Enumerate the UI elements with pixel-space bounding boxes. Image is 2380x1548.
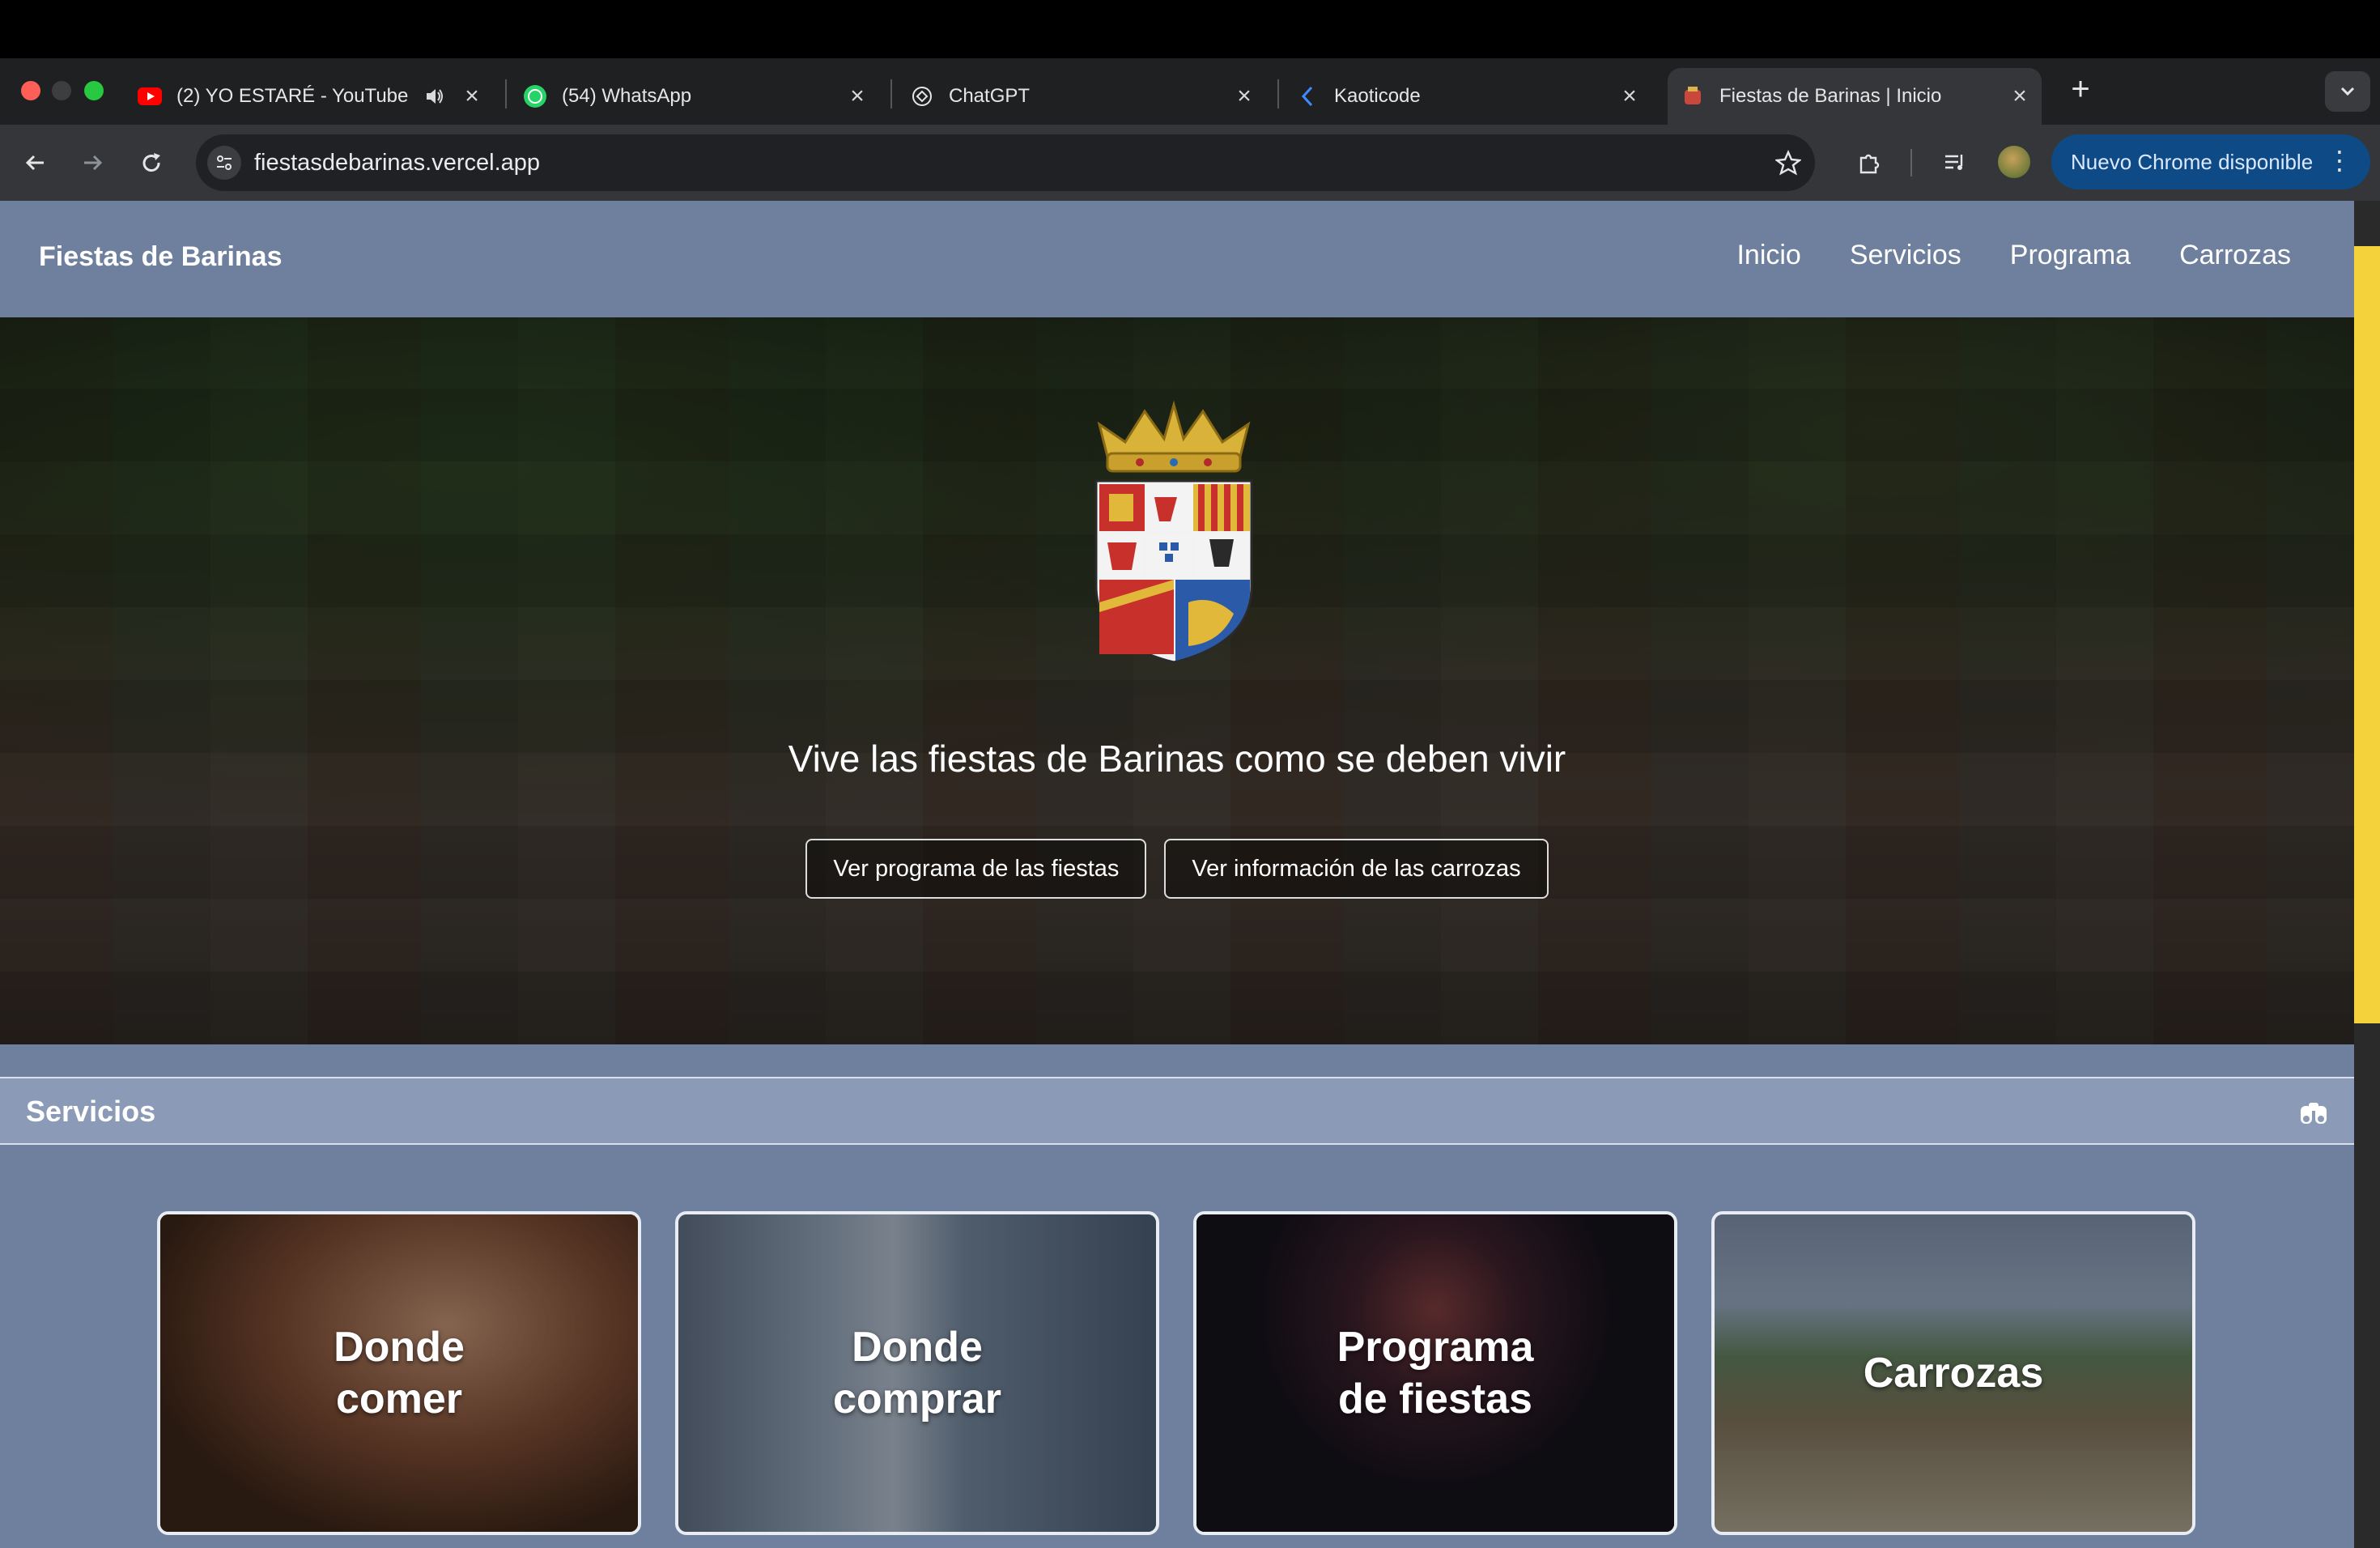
- url-text[interactable]: fiestasdebarinas.vercel.app: [254, 146, 540, 180]
- tab-search-button[interactable]: [2325, 71, 2370, 112]
- card-label: Donde comprar: [832, 1324, 1002, 1423]
- crest-favicon-icon: [1681, 84, 1705, 108]
- nav-programa[interactable]: Programa: [2010, 240, 2131, 271]
- tab-whatsapp[interactable]: (54) WhatsApp ×: [523, 68, 871, 125]
- tab-separator: [890, 79, 892, 108]
- hero-section: Vive las fiestas de Barinas como se debe…: [0, 317, 2354, 1044]
- scrollbar-track[interactable]: [2354, 201, 2380, 1548]
- coat-of-arms-crest-icon: [1094, 400, 1253, 664]
- card-programa-de-fiestas[interactable]: Programa de fiestas: [1193, 1211, 1677, 1535]
- media-control-icon[interactable]: [1936, 144, 1974, 181]
- toolbar-separator: [1910, 149, 1912, 176]
- tab-chatgpt[interactable]: ChatGPT ×: [910, 68, 1258, 125]
- page-viewport: Fiestas de Barinas Inicio Servicios Prog…: [0, 201, 2380, 1548]
- nav-carrozas[interactable]: Carrozas: [2179, 240, 2291, 271]
- extensions-puzzle-icon[interactable]: [1851, 144, 1888, 181]
- card-donde-comer[interactable]: Donde comer: [157, 1211, 641, 1535]
- ver-programa-button[interactable]: Ver programa de las fiestas: [805, 839, 1147, 899]
- bookmark-star-icon[interactable]: [1770, 144, 1807, 181]
- tab-fiestas-active[interactable]: Fiestas de Barinas | Inicio ×: [1668, 68, 2042, 125]
- reload-icon: [142, 153, 160, 172]
- site-settings-icon[interactable]: [207, 146, 241, 180]
- services-title: Servicios: [26, 1095, 156, 1128]
- chatgpt-icon: [910, 84, 934, 108]
- tab-title: ChatGPT: [949, 85, 1031, 107]
- site-header: Fiestas de Barinas Inicio Servicios Prog…: [0, 201, 2354, 317]
- back-button[interactable]: [16, 144, 53, 181]
- close-tab-icon[interactable]: ×: [1616, 83, 1643, 110]
- close-tab-icon[interactable]: ×: [844, 83, 871, 110]
- tab-separator: [1277, 79, 1279, 108]
- tab-title: Fiestas de Barinas | Inicio: [1719, 85, 1942, 107]
- whatsapp-icon: [523, 84, 547, 108]
- tab-title: (54) WhatsApp: [562, 85, 692, 107]
- scrollbar-thumb[interactable]: [2354, 246, 2380, 1023]
- card-label: Programa de fiestas: [1337, 1324, 1534, 1423]
- tab-kaoticode[interactable]: Kaoticode ×: [1295, 68, 1643, 125]
- hero-tagline: Vive las fiestas de Barinas como se debe…: [788, 738, 1566, 780]
- site-nav: Inicio Servicios Programa Carrozas: [1736, 240, 2291, 271]
- site-brand[interactable]: Fiestas de Barinas: [39, 241, 282, 273]
- arrow-left-icon: [25, 155, 44, 171]
- ver-carrozas-button[interactable]: Ver información de las carrozas: [1164, 839, 1549, 899]
- tab-separator: [505, 79, 507, 108]
- profile-avatar[interactable]: [1998, 146, 2030, 178]
- forward-button[interactable]: [74, 144, 112, 181]
- close-tab-icon[interactable]: ×: [1230, 83, 1258, 110]
- binoculars-icon[interactable]: [2297, 1098, 2330, 1127]
- update-label: Nuevo Chrome disponible: [2071, 149, 2314, 174]
- tab-youtube[interactable]: (2) YO ESTARÉ - YouTube ×: [138, 68, 486, 125]
- window-zoom-button[interactable]: [84, 81, 104, 100]
- kaoticode-icon: [1295, 84, 1320, 108]
- services-header-bar: Servicios: [0, 1077, 2354, 1145]
- arrow-right-icon: [84, 155, 103, 171]
- close-tab-icon[interactable]: ×: [458, 83, 486, 110]
- card-label: Donde comer: [334, 1324, 465, 1423]
- card-donde-comprar[interactable]: Donde comprar: [675, 1211, 1159, 1535]
- tab-title: (2) YO ESTARÉ - YouTube: [176, 85, 409, 107]
- audio-icon[interactable]: [424, 86, 445, 107]
- services-cards: Donde comer Donde comprar Programa de fi…: [157, 1211, 2195, 1535]
- screen: (2) YO ESTARÉ - YouTube × (54) WhatsApp …: [0, 0, 2380, 1548]
- nav-inicio[interactable]: Inicio: [1736, 240, 1800, 271]
- card-label: Carrozas: [1863, 1350, 2044, 1397]
- chevron-down-icon: [2340, 87, 2355, 96]
- new-tab-button[interactable]: +: [2063, 73, 2098, 108]
- nav-servicios[interactable]: Servicios: [1850, 240, 1961, 271]
- card-carrozas[interactable]: Carrozas: [1711, 1211, 2195, 1535]
- close-tab-icon[interactable]: ×: [2006, 83, 2034, 110]
- tab-title: Kaoticode: [1334, 85, 1421, 107]
- hero-buttons: Ver programa de las fiestas Ver informac…: [0, 839, 2354, 899]
- kebab-menu-icon[interactable]: ⋮: [2327, 146, 2352, 175]
- window-minimize-button[interactable]: [52, 81, 71, 100]
- menu-bar-area: [0, 0, 2380, 58]
- chrome-update-button[interactable]: Nuevo Chrome disponible ⋮: [2051, 134, 2370, 189]
- reload-button[interactable]: [133, 144, 170, 181]
- window-close-button[interactable]: [21, 81, 40, 100]
- youtube-icon: [138, 84, 162, 108]
